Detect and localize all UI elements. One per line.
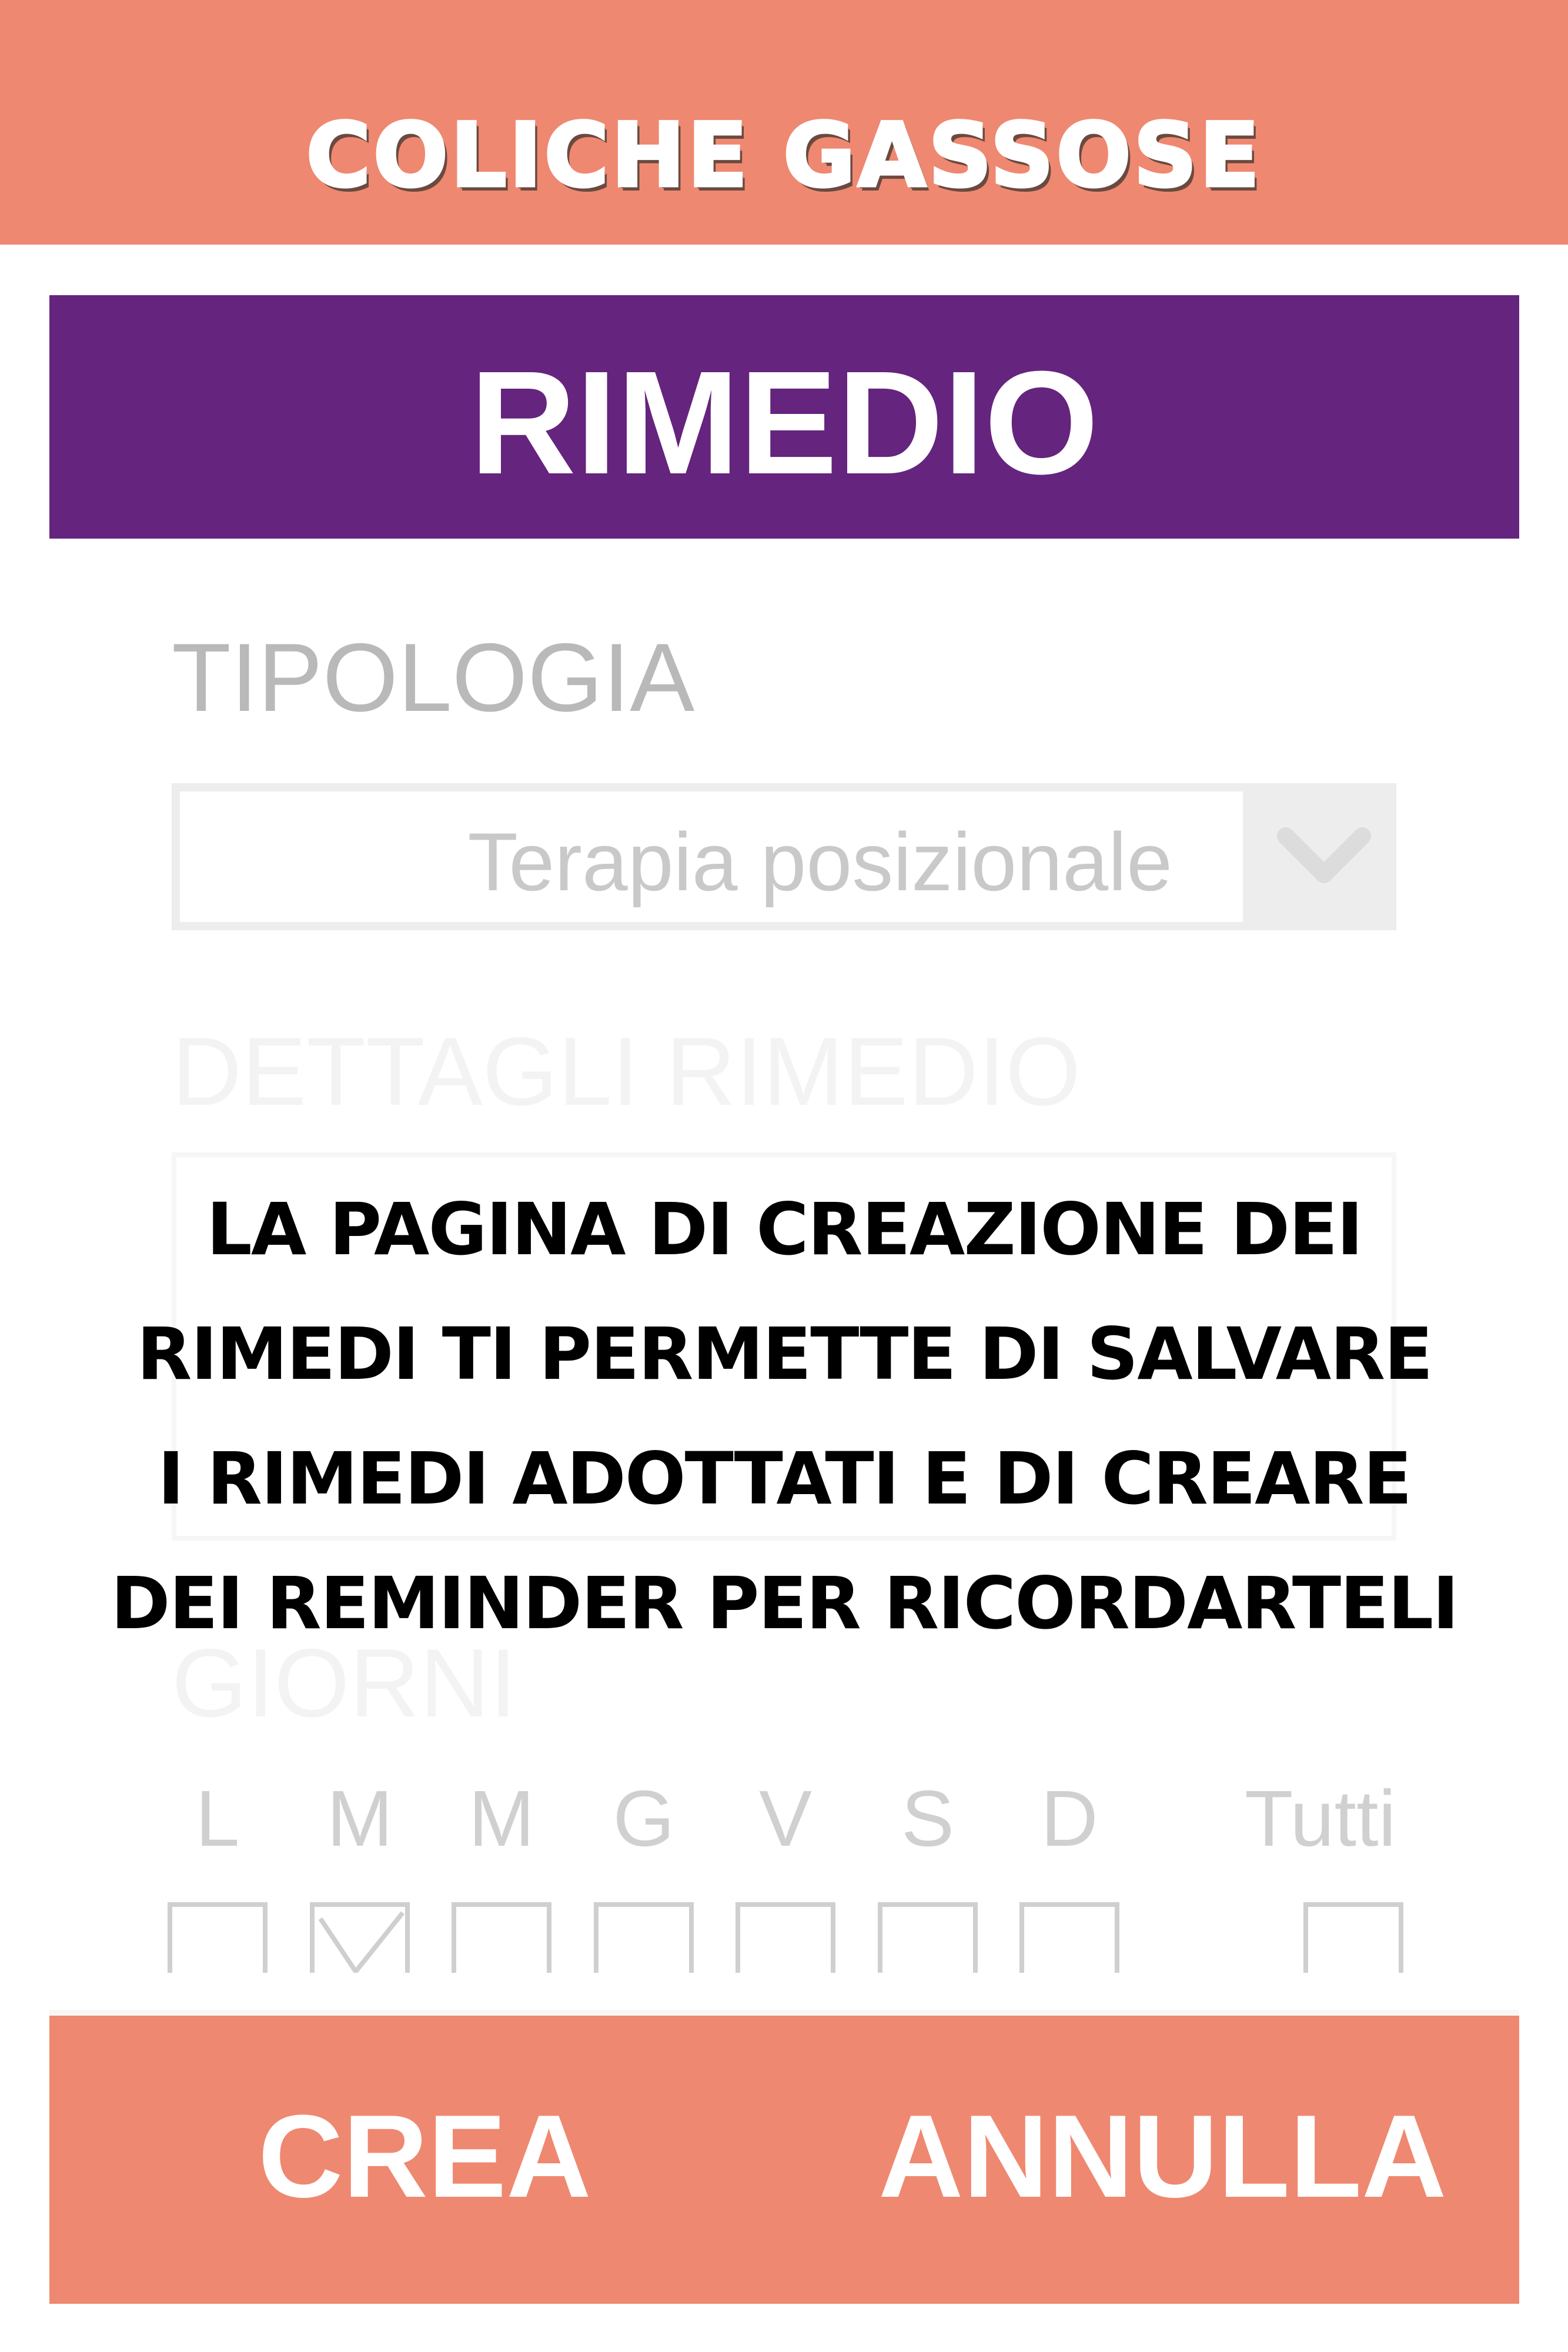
cancel-button[interactable]: ANNULLA — [878, 2098, 1447, 2216]
tutorial-overlay-text: LA PAGINA DI CREAZIONE DEI RIMEDI TI PER… — [49, 1167, 1519, 1666]
chevron-down-icon[interactable] — [1274, 813, 1374, 901]
app-title: COLICHE GASSOSE — [305, 105, 1262, 207]
divider — [49, 2010, 1519, 2016]
select-value-text: Terapia posizionale — [467, 816, 1172, 908]
overlay-line: LA PAGINA DI CREAZIONE DEI — [206, 1188, 1363, 1271]
overlay-line: DEI REMINDER PER RICORDARTELI — [111, 1562, 1459, 1645]
day-checkbox[interactable] — [168, 1902, 268, 1973]
day-checkbox[interactable] — [878, 1902, 978, 1973]
all-days-label: Tutti — [1245, 1774, 1396, 1863]
dettagli-label: DETTAGLI RIMEDIO — [172, 1017, 1081, 1125]
overlay-line: RIMEDI TI PERMETTE DI SALVARE — [136, 1312, 1433, 1396]
day-label: D — [1041, 1774, 1098, 1863]
create-button[interactable]: CREA — [258, 2098, 591, 2216]
action-bar: CREA ANNULLA — [49, 2016, 1519, 2304]
section-title: RIMEDIO — [470, 340, 1099, 505]
overlay-line: I RIMEDI ADOTTATI E DI CREARE — [158, 1437, 1412, 1521]
check-icon — [318, 1911, 405, 1973]
day-checkbox[interactable] — [1019, 1902, 1119, 1973]
day-label: G — [613, 1774, 675, 1863]
day-label: S — [901, 1774, 955, 1863]
days-row: L M M G V S D Tutti — [0, 1774, 1568, 1973]
day-checkbox[interactable] — [735, 1902, 835, 1973]
day-checkbox[interactable] — [310, 1902, 410, 1973]
top-bar: COLICHE GASSOSE — [0, 0, 1568, 245]
select-value-area: Terapia posizionale — [180, 791, 1243, 922]
day-label: L — [195, 1774, 240, 1863]
day-checkbox[interactable] — [594, 1902, 694, 1973]
day-label: M — [326, 1774, 393, 1863]
day-label: M — [468, 1774, 535, 1863]
tipologia-label: TIPOLOGIA — [172, 623, 695, 731]
section-header: RIMEDIO — [49, 295, 1519, 539]
all-days-checkbox[interactable] — [1303, 1902, 1403, 1973]
tipologia-select[interactable]: Terapia posizionale — [172, 783, 1396, 930]
day-checkbox[interactable] — [452, 1902, 551, 1973]
select-value: Terapia posizionale — [180, 821, 1243, 903]
day-label: V — [758, 1774, 813, 1863]
